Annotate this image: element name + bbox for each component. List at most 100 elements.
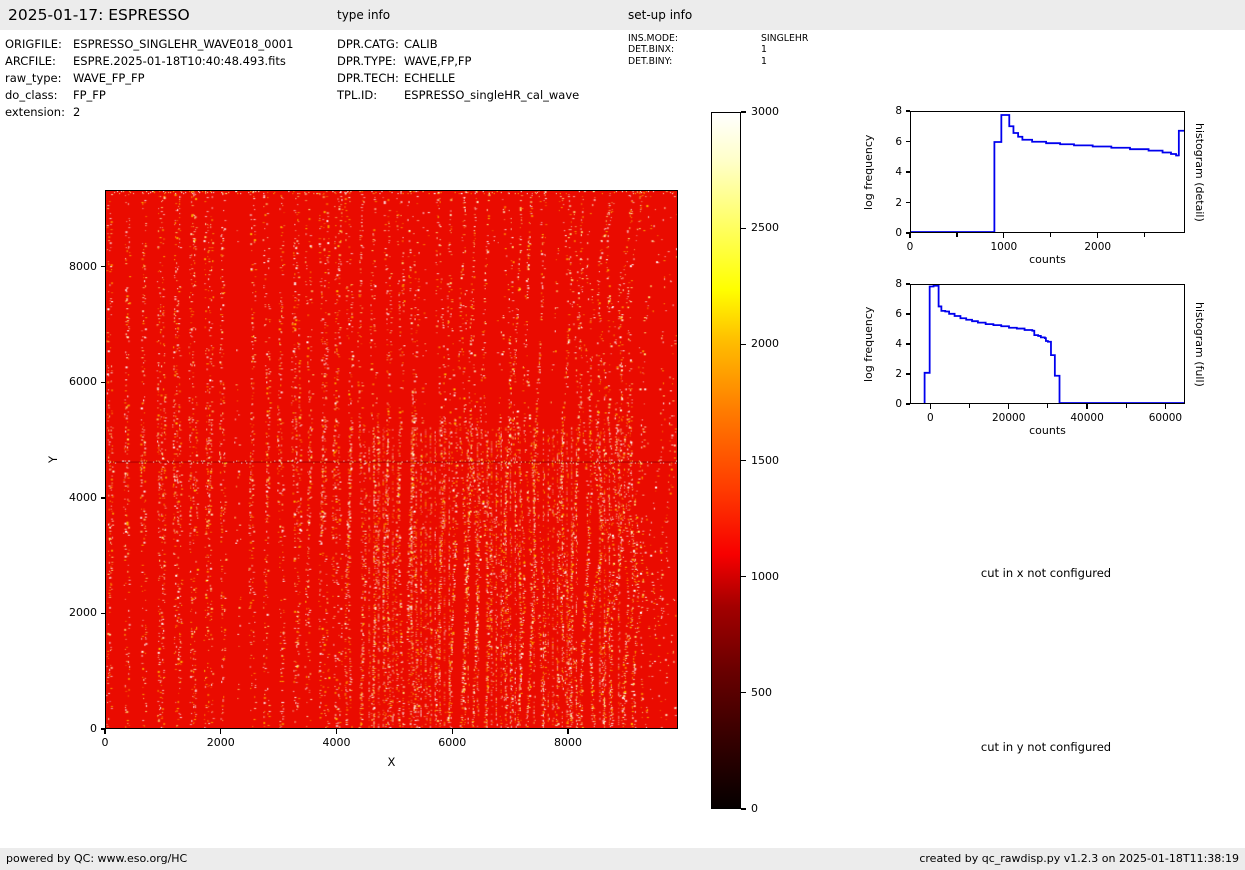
colorbar-tick-label: 1000 — [751, 570, 801, 584]
y-tick-label: 8 — [862, 277, 902, 291]
key: DPR.TECH: — [337, 70, 404, 87]
value: 1 — [761, 44, 767, 55]
y-tick — [906, 110, 911, 111]
key: ORIGFILE: — [5, 36, 73, 53]
y-tick — [906, 403, 911, 404]
y-tick-label: 6000 — [57, 375, 97, 389]
value: FP_FP — [73, 87, 106, 104]
y-tick-label: 2 — [862, 196, 902, 210]
y-tick — [101, 382, 106, 383]
y-tick — [906, 232, 911, 233]
y-tick — [101, 266, 106, 267]
colorbar-tick-label: 3000 — [751, 105, 801, 119]
y-tick-label: 0 — [862, 226, 902, 240]
x-tick — [1008, 404, 1009, 409]
y-tick — [906, 313, 911, 314]
raw-frame-canvas — [106, 191, 677, 728]
file-info-row: extension:2 — [5, 104, 293, 121]
type-info-row: TPL.ID:ESPRESSO_singleHR_cal_wave — [337, 87, 579, 104]
y-tick-label: 2 — [862, 367, 902, 381]
setup-info-block: INS.MODE:SINGLEHR DET.BINX:1 DET.BINY:1 — [628, 33, 808, 67]
x-tick-label: 40000 — [1057, 411, 1117, 425]
page-title: 2025-01-17: ESPRESSO — [8, 0, 190, 30]
colorbar-tick — [741, 460, 746, 461]
x-tick-label: 0 — [75, 736, 135, 750]
colorbar-tick — [741, 228, 746, 229]
x-tick-label: 2000 — [1068, 240, 1128, 254]
y-tick-label: 8 — [862, 104, 902, 118]
value: ESPRESSO_singleHR_cal_wave — [404, 87, 579, 104]
x-tick-label: 60000 — [1135, 411, 1195, 425]
x-minor-tick — [1050, 233, 1051, 237]
histogram-full-line — [925, 286, 1184, 403]
cut-x-note: cut in x not configured — [896, 566, 1196, 580]
y-tick — [906, 283, 911, 284]
colorbar-tick — [741, 344, 746, 345]
histogram-detail-line — [911, 115, 1184, 232]
histogram-full-plot — [910, 284, 1185, 404]
y-tick-label: 6 — [862, 135, 902, 149]
colorbar-tick-label: 2500 — [751, 221, 801, 235]
key: raw_type: — [5, 70, 73, 87]
histogram-full-x-label: counts — [910, 424, 1185, 437]
colorbar-tick — [741, 692, 746, 693]
y-tick-label: 4 — [862, 337, 902, 351]
y-tick — [906, 171, 911, 172]
x-minor-tick — [1047, 404, 1048, 408]
colorbar-tick-label: 2000 — [751, 337, 801, 351]
y-tick-label: 4000 — [57, 491, 97, 505]
histogram-detail-right-label: histogram (detail) — [1190, 105, 1206, 239]
file-info-row: ARCFILE:ESPRE.2025-01-18T10:40:48.493.fi… — [5, 53, 293, 70]
x-tick — [1086, 404, 1087, 409]
key: DET.BINY: — [628, 56, 761, 67]
x-tick-label: 1000 — [974, 240, 1034, 254]
histogram-full-right-label: histogram (full) — [1190, 278, 1206, 410]
main-x-axis-label: X — [105, 755, 678, 769]
value: 1 — [761, 56, 767, 67]
y-tick — [906, 343, 911, 344]
x-minor-tick — [1126, 404, 1127, 408]
key: INS.MODE: — [628, 33, 761, 44]
x-tick-label: 4000 — [307, 736, 367, 750]
x-tick — [1003, 233, 1004, 238]
type-info-row: DPR.TYPE:WAVE,FP,FP — [337, 53, 579, 70]
x-minor-tick — [1144, 233, 1145, 237]
x-tick — [1097, 233, 1098, 238]
y-tick-label: 0 — [57, 722, 97, 736]
x-tick — [220, 729, 221, 734]
x-tick — [104, 729, 105, 734]
y-tick-label: 4 — [862, 165, 902, 179]
setup-info-row: INS.MODE:SINGLEHR — [628, 33, 808, 44]
type-info-row: DPR.CATG:CALIB — [337, 36, 579, 53]
y-tick-label: 8000 — [57, 260, 97, 274]
value: SINGLEHR — [761, 33, 808, 44]
key: DPR.TYPE: — [337, 53, 404, 70]
footer-credit-left: powered by QC: www.eso.org/HC — [6, 848, 187, 870]
colorbar-tick-label: 500 — [751, 686, 801, 700]
colorbar-tick-label: 1500 — [751, 454, 801, 468]
raw-frame-heatmap — [105, 190, 678, 729]
y-tick — [101, 728, 106, 729]
file-info-row: do_class:FP_FP — [5, 87, 293, 104]
y-tick-label: 0 — [862, 397, 902, 411]
x-minor-tick — [956, 233, 957, 237]
y-tick — [101, 497, 106, 498]
x-tick — [336, 729, 337, 734]
file-info-block: ORIGFILE:ESPRESSO_SINGLEHR_WAVE018_0001 … — [5, 36, 293, 121]
colorbar-tick — [741, 808, 746, 809]
histogram-full-svg — [911, 285, 1184, 403]
setup-info-row: DET.BINX:1 — [628, 44, 808, 55]
colorbar-tick-label: 0 — [751, 802, 801, 816]
value: WAVE,FP,FP — [404, 53, 471, 70]
y-tick-label: 6 — [862, 307, 902, 321]
x-tick — [567, 729, 568, 734]
type-info-row: DPR.TECH:ECHELLE — [337, 70, 579, 87]
value: 2 — [73, 104, 80, 121]
footer-credit-right: created by qc_rawdisp.py v1.2.3 on 2025-… — [919, 848, 1239, 870]
key: TPL.ID: — [337, 87, 404, 104]
cut-y-note: cut in y not configured — [896, 740, 1196, 754]
x-tick — [930, 404, 931, 409]
x-tick-label: 0 — [880, 240, 940, 254]
value: CALIB — [404, 36, 438, 53]
y-tick — [906, 202, 911, 203]
